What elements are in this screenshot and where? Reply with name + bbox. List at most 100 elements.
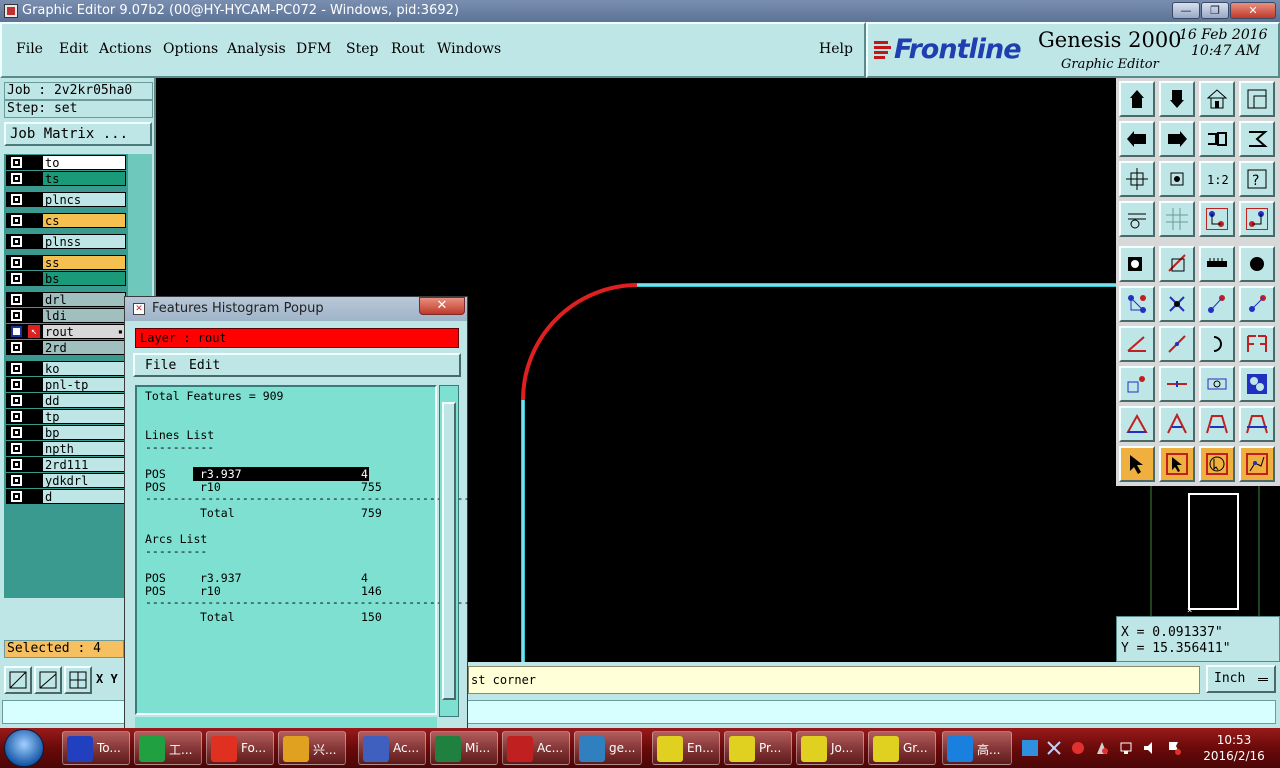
- layer-row-plnss[interactable]: plnss: [6, 234, 126, 249]
- pad-button[interactable]: [1239, 246, 1275, 282]
- layer-checkbox[interactable]: [11, 215, 22, 226]
- measure-button[interactable]: [1119, 246, 1155, 282]
- select-window-button[interactable]: [1199, 446, 1235, 482]
- layer-row-d[interactable]: d: [6, 489, 126, 504]
- restore-button[interactable]: ❐: [1201, 2, 1229, 19]
- layer-checkbox[interactable]: [11, 294, 22, 305]
- layer-row-ydkdrl[interactable]: ydkdrl: [6, 473, 126, 488]
- tray-tools-icon[interactable]: [1046, 740, 1062, 756]
- menu-options[interactable]: Options: [163, 41, 218, 57]
- tray-network-icon[interactable]: [1118, 740, 1134, 756]
- layer-row-dd[interactable]: dd: [6, 393, 126, 408]
- select-arrow-button[interactable]: [1119, 446, 1155, 482]
- line-symbol-selected[interactable]: r3.937: [193, 467, 369, 481]
- taskbar-item[interactable]: Mi...: [430, 731, 498, 765]
- layer-row-bp[interactable]: bp: [6, 425, 126, 440]
- triangle-fill-button[interactable]: [1119, 406, 1155, 442]
- trapezoid-peak-button[interactable]: [1239, 406, 1275, 442]
- taskbar-item[interactable]: Ac...: [502, 731, 570, 765]
- pattern-button[interactable]: [1239, 366, 1275, 402]
- taskbar-item[interactable]: Jo...: [796, 731, 864, 765]
- taskbar-item[interactable]: Gr...: [868, 731, 936, 765]
- menu-dfm[interactable]: DFM: [296, 41, 331, 57]
- move-point-button[interactable]: [1119, 366, 1155, 402]
- zoom-fit-button[interactable]: [1119, 161, 1155, 197]
- tray-app-icon[interactable]: [1022, 740, 1038, 756]
- snap-mode-button[interactable]: [4, 666, 32, 694]
- taskbar-item[interactable]: 兴...: [278, 731, 346, 765]
- taskbar-clock[interactable]: 10:53 2016/2/16: [1196, 732, 1272, 764]
- ruler-button[interactable]: [1199, 246, 1235, 282]
- tray-action-center-icon[interactable]: [1166, 740, 1182, 756]
- delete-node-button[interactable]: [1159, 286, 1195, 322]
- layer-checkbox[interactable]: [11, 310, 22, 321]
- minimap[interactable]: ×: [1116, 486, 1280, 616]
- pan-right-button[interactable]: [1159, 121, 1195, 157]
- layer-checkbox[interactable]: [11, 427, 22, 438]
- minimap-viewport[interactable]: [1188, 493, 1239, 610]
- angle-mode-button[interactable]: [34, 666, 62, 694]
- triangle-peak-button[interactable]: [1159, 406, 1195, 442]
- layer-checkbox[interactable]: [11, 395, 22, 406]
- layer-row-ko[interactable]: ko: [6, 361, 126, 376]
- popup-scroll-thumb[interactable]: [442, 402, 456, 700]
- edit-node-button[interactable]: [1239, 286, 1275, 322]
- menu-help[interactable]: Help: [819, 41, 853, 57]
- layer-checkbox[interactable]: [11, 475, 22, 486]
- arc-button[interactable]: [1199, 326, 1235, 362]
- menu-rout[interactable]: Rout: [391, 41, 425, 57]
- pan-down-button[interactable]: [1159, 81, 1195, 117]
- selected-arc[interactable]: [521, 283, 638, 401]
- sr-filter-button[interactable]: [1199, 201, 1235, 237]
- layer-row-tp[interactable]: tp: [6, 409, 126, 424]
- grid-button[interactable]: [1159, 201, 1195, 237]
- close-button[interactable]: ✕: [1230, 2, 1276, 19]
- pan-up-button[interactable]: [1119, 81, 1155, 117]
- layer-row-to[interactable]: to: [6, 155, 126, 170]
- zoom-window-button[interactable]: [1239, 81, 1275, 117]
- draw-line-button[interactable]: [1159, 326, 1195, 362]
- layer-checkbox[interactable]: [11, 342, 22, 353]
- pan-left-button[interactable]: [1119, 121, 1155, 157]
- tray-volume-icon[interactable]: [1142, 740, 1158, 756]
- layer-row-cs[interactable]: cs: [6, 213, 126, 228]
- start-button[interactable]: [4, 729, 44, 767]
- layer-row-drl[interactable]: drl: [6, 292, 126, 307]
- select-shape-button[interactable]: [1159, 246, 1195, 282]
- layer-row-ts[interactable]: ts: [6, 171, 126, 186]
- popup-title-bar[interactable]: ✕ Features Histogram Popup: [125, 297, 467, 321]
- layer-checkbox[interactable]: [11, 363, 22, 374]
- taskbar-item[interactable]: To...: [62, 731, 130, 765]
- connect-nodes-button[interactable]: [1119, 286, 1155, 322]
- angle-line-button[interactable]: [1119, 326, 1155, 362]
- zoom-ratio-button[interactable]: 1:2: [1199, 161, 1235, 197]
- taskbar-item[interactable]: 高...: [942, 731, 1012, 765]
- taskbar-item[interactable]: En...: [652, 731, 720, 765]
- layer-checkbox[interactable]: [11, 173, 22, 184]
- tray-security-icon[interactable]: [1070, 740, 1086, 756]
- layer-checkbox[interactable]: [11, 491, 22, 502]
- layer-row-pnl-tp[interactable]: pnl-tp: [6, 377, 126, 392]
- popup-menu-edit[interactable]: Edit: [189, 358, 220, 373]
- layer-row-plncs[interactable]: plncs: [6, 192, 126, 207]
- layer-row-npth[interactable]: npth: [6, 441, 126, 456]
- redraw-button[interactable]: [1239, 121, 1275, 157]
- trapezoid-button[interactable]: [1199, 406, 1235, 442]
- zoom-back-button[interactable]: [1199, 121, 1235, 157]
- layer-row-2rd[interactable]: 2rd: [6, 340, 126, 355]
- layer-checkbox[interactable]: [11, 194, 22, 205]
- job-matrix-button[interactable]: Job Matrix ...: [4, 122, 152, 146]
- sr-filter-alt-button[interactable]: [1239, 201, 1275, 237]
- menu-actions[interactable]: Actions: [99, 41, 152, 57]
- layer-row-ldi[interactable]: ldi: [6, 308, 126, 323]
- window-title-bar[interactable]: Graphic Editor 9.07b2 (00@HY-HYCAM-PC072…: [0, 0, 1280, 22]
- popup-menu-file[interactable]: File: [145, 358, 176, 373]
- layer-checkbox[interactable]: [11, 236, 22, 247]
- snap-settings-button[interactable]: [1119, 201, 1155, 237]
- layer-checkbox[interactable]: [11, 459, 22, 470]
- taskbar-item[interactable]: Fo...: [206, 731, 274, 765]
- taskbar-item[interactable]: 工...: [134, 731, 202, 765]
- help-button[interactable]: ?: [1239, 161, 1275, 197]
- minimize-button[interactable]: —: [1172, 2, 1200, 19]
- layer-checkbox[interactable]: [11, 273, 22, 284]
